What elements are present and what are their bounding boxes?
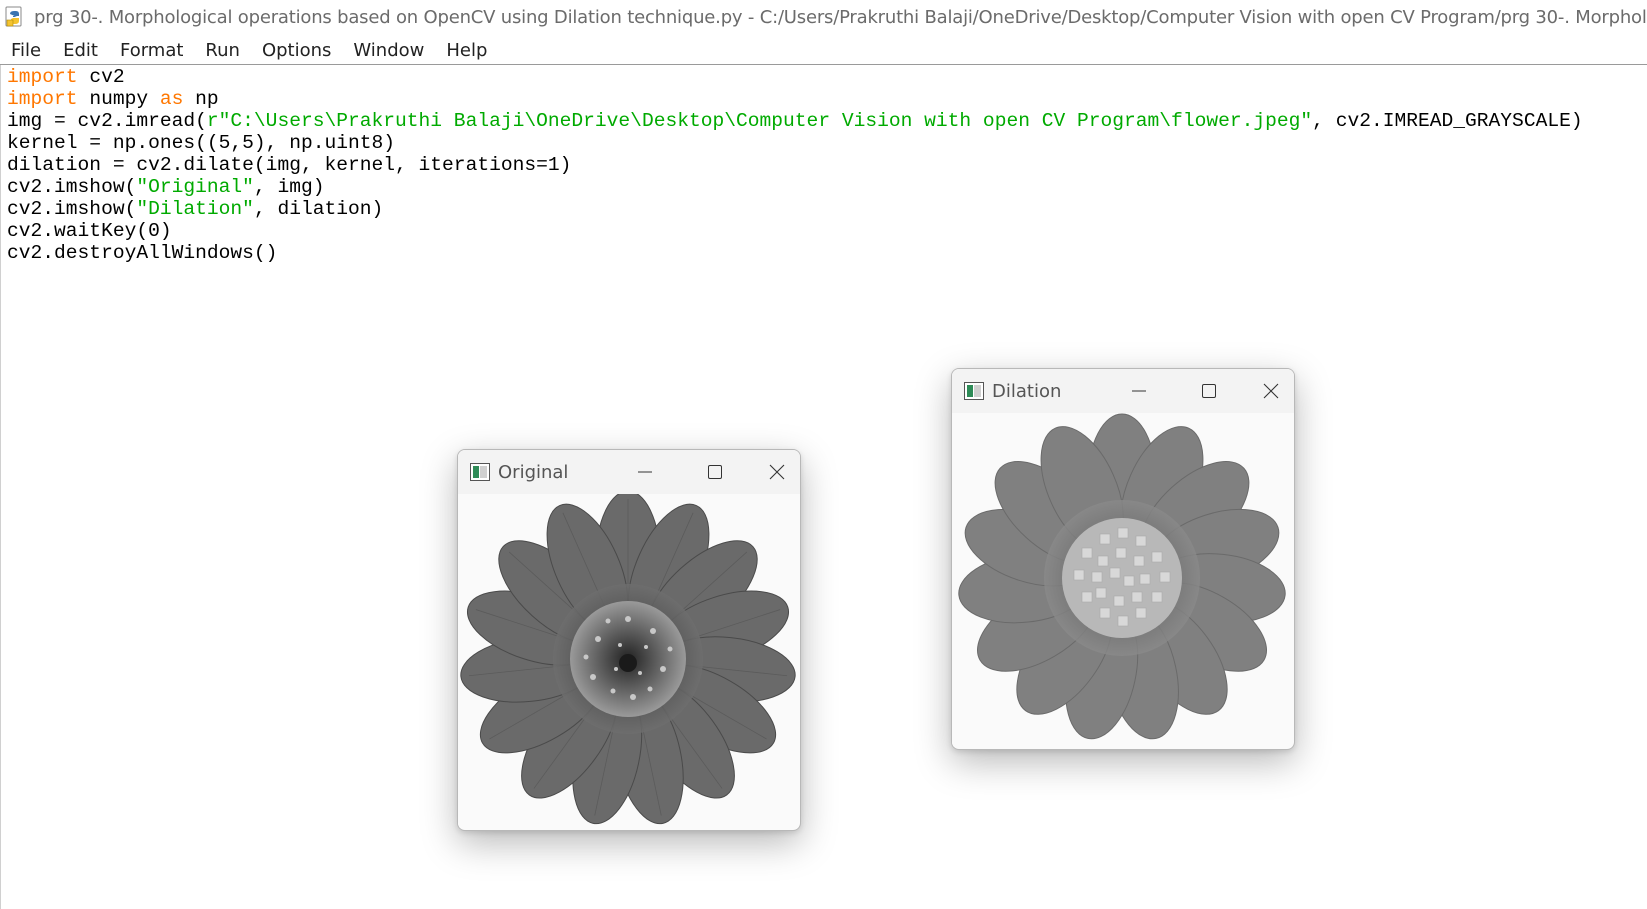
- window-title: prg 30-. Morphological operations based …: [34, 6, 1647, 28]
- menu-file[interactable]: File: [0, 40, 52, 61]
- close-icon: [1263, 383, 1279, 399]
- code-token: np: [183, 88, 219, 110]
- code-line-4: kernel = np.ones((5,5), np.uint8): [7, 132, 396, 154]
- menu-format[interactable]: Format: [109, 40, 194, 61]
- code-line-3: img = cv2.imread(r"C:\Users\Prakruthi Ba…: [7, 110, 1583, 132]
- code-editor[interactable]: import cv2 import numpy as np img = cv2.…: [0, 65, 1647, 909]
- code-token: cv2.imshow(: [7, 198, 137, 220]
- code-text[interactable]: import cv2 import numpy as np img = cv2.…: [7, 66, 1583, 264]
- code-line-6: cv2.imshow("Original", img): [7, 176, 325, 198]
- opencv-window-icon: [470, 463, 490, 481]
- string-literal: "Dilation": [136, 198, 254, 220]
- minimize-button[interactable]: [622, 450, 668, 494]
- minimize-icon: [1132, 390, 1146, 392]
- code-token: , cv2.IMREAD_GRAYSCALE): [1312, 110, 1583, 132]
- code-token: cv2: [77, 66, 125, 88]
- code-token: numpy: [77, 88, 160, 110]
- close-button[interactable]: [1248, 369, 1294, 413]
- code-token: , img): [253, 176, 325, 198]
- original-flower-image: [458, 494, 798, 828]
- code-line-1: import cv2: [7, 66, 125, 88]
- keyword: import: [7, 66, 78, 88]
- maximize-button[interactable]: [1186, 369, 1232, 413]
- menu-bar: File Edit Format Run Options Window Help: [0, 36, 1647, 65]
- minimize-icon: [638, 471, 652, 473]
- dilation-window-title: Dilation: [992, 380, 1062, 402]
- title-bar: prg 30-. Morphological operations based …: [0, 0, 1647, 34]
- string-literal: r"C:\Users\Prakruthi Balaji\OneDrive\Des…: [206, 110, 1313, 132]
- original-window-titlebar[interactable]: Original: [458, 450, 800, 494]
- menu-edit[interactable]: Edit: [52, 40, 109, 61]
- keyword: as: [159, 88, 184, 110]
- dilation-image-window[interactable]: Dilation: [951, 368, 1295, 750]
- code-line-9: cv2.destroyAllWindows(): [7, 242, 278, 264]
- menu-help[interactable]: Help: [435, 40, 498, 61]
- keyword: import: [7, 88, 78, 110]
- menu-window[interactable]: Window: [342, 40, 435, 61]
- code-line-2: import numpy as np: [7, 88, 219, 110]
- dilation-window-titlebar[interactable]: Dilation: [952, 369, 1294, 413]
- menu-options[interactable]: Options: [251, 40, 342, 61]
- maximize-icon: [1202, 384, 1216, 398]
- opencv-window-icon: [964, 382, 984, 400]
- code-token: cv2.imshow(: [7, 176, 137, 198]
- maximize-button[interactable]: [692, 450, 738, 494]
- code-token: img = cv2.imread(: [7, 110, 207, 132]
- dilated-flower-image: [952, 413, 1292, 747]
- maximize-icon: [708, 465, 722, 479]
- menu-run[interactable]: Run: [194, 40, 251, 61]
- original-image-window[interactable]: Original: [457, 449, 801, 831]
- code-line-7: cv2.imshow("Dilation", dilation): [7, 198, 383, 220]
- string-literal: "Original": [136, 176, 254, 198]
- close-button[interactable]: [754, 450, 800, 494]
- original-window-title: Original: [498, 461, 569, 483]
- close-icon: [769, 464, 785, 480]
- code-line-5: dilation = cv2.dilate(img, kernel, itera…: [7, 154, 572, 176]
- code-token: , dilation): [253, 198, 384, 220]
- minimize-button[interactable]: [1116, 369, 1162, 413]
- python-idle-icon: [5, 6, 22, 27]
- code-line-8: cv2.waitKey(0): [7, 220, 172, 242]
